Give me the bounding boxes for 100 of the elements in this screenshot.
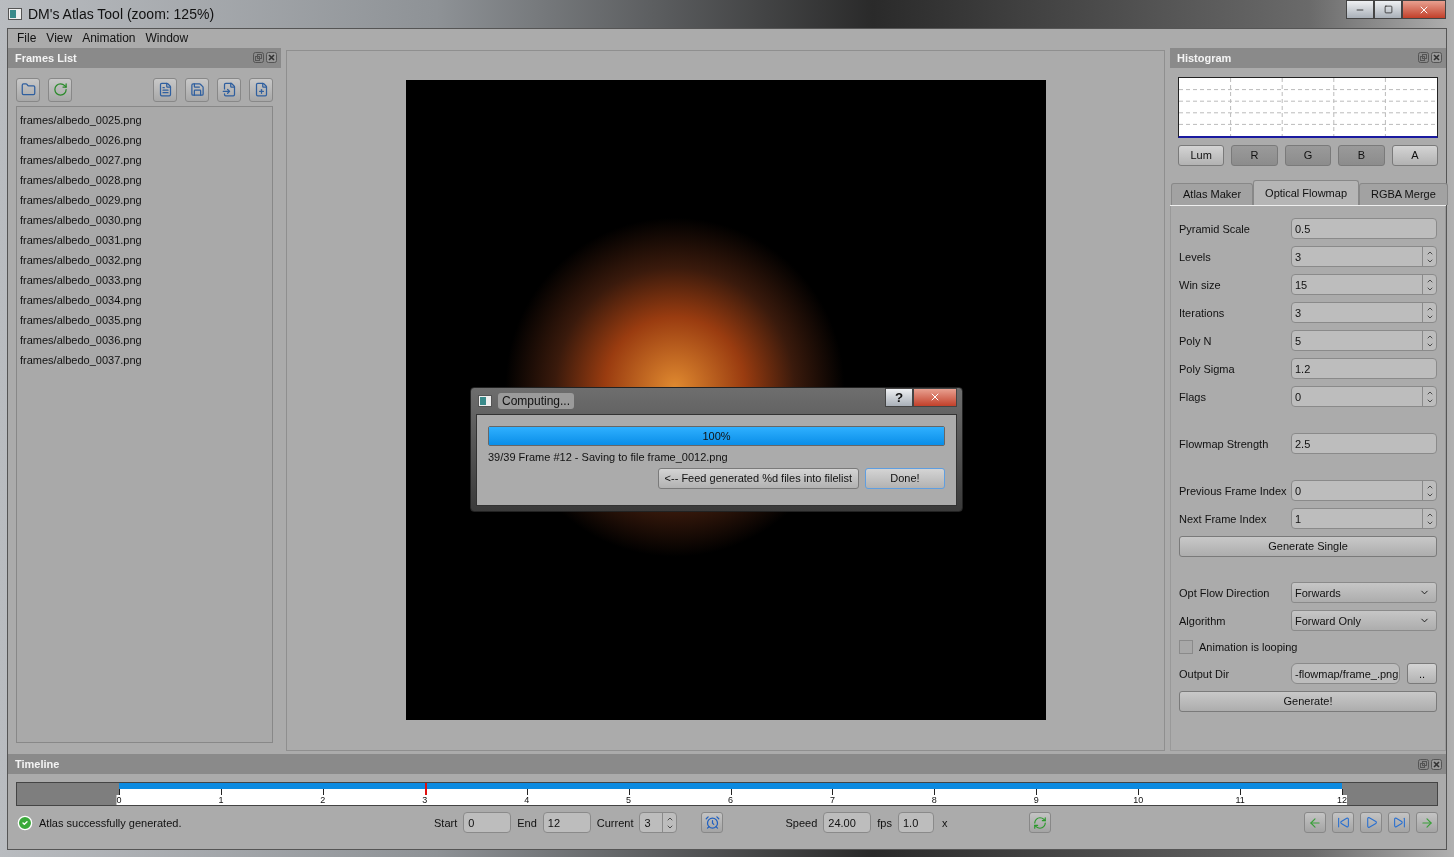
browse-button[interactable]: .. xyxy=(1407,663,1437,685)
close-icon[interactable] xyxy=(266,52,277,64)
spin-box[interactable]: 3 xyxy=(639,812,678,834)
field-label: Flags xyxy=(1179,390,1207,403)
spin-box[interactable]: 1 xyxy=(1291,508,1437,530)
menu-item[interactable]: Window xyxy=(140,31,194,46)
toolbar-button[interactable] xyxy=(16,77,40,102)
frame-path-item[interactable]: frames/albedo_0029.png xyxy=(20,189,269,210)
generate-button[interactable]: Generate Single xyxy=(1179,535,1437,557)
input-field[interactable]: 24.00 xyxy=(823,812,872,834)
tick-label: 12 xyxy=(1337,795,1347,806)
field-label: Pyramid Scale xyxy=(1179,222,1251,235)
frame-path-item[interactable]: frames/albedo_0033.png xyxy=(20,269,269,290)
menu-item[interactable]: View xyxy=(41,31,78,46)
menu-item[interactable]: File xyxy=(12,31,42,46)
tab[interactable]: Atlas Maker xyxy=(1171,182,1254,205)
channel-button[interactable]: Lum xyxy=(1178,144,1225,166)
skip-back-icon xyxy=(1336,816,1350,830)
dialog-button[interactable]: Done! xyxy=(865,467,945,489)
field-label: Start xyxy=(434,816,458,829)
frame-path-item[interactable]: frames/albedo_0035.png xyxy=(20,309,269,330)
channel-button[interactable]: B xyxy=(1338,144,1385,166)
frame-path-item[interactable]: frames/albedo_0032.png xyxy=(20,249,269,270)
input-field[interactable]: 1.0 xyxy=(898,812,934,834)
save-icon xyxy=(189,82,205,98)
frame-path-item[interactable]: frames/albedo_0034.png xyxy=(20,289,269,310)
status-message: 39/39 Frame #12 - Saving to file frame_0012.png xyxy=(488,450,729,463)
frame-path-item[interactable]: frames/albedo_0025.png xyxy=(20,109,269,130)
progress-text: 100% xyxy=(701,429,732,442)
field-label: Levels xyxy=(1179,250,1212,263)
tab[interactable]: RGBA Merge xyxy=(1359,182,1448,205)
maximize-button[interactable] xyxy=(1374,0,1402,19)
tick-label: 10 xyxy=(1133,795,1144,806)
checkbox[interactable] xyxy=(1179,640,1193,655)
spin-box[interactable]: 15 xyxy=(1291,274,1437,296)
unit-label: x xyxy=(942,816,948,829)
minimize-button[interactable] xyxy=(1346,0,1374,19)
frame-path-item[interactable]: frames/albedo_0026.png xyxy=(20,129,269,150)
field-label: Current xyxy=(596,816,634,829)
generate-button[interactable]: Generate! xyxy=(1179,690,1437,712)
tick-label: 4 xyxy=(524,795,530,806)
frame-path-item[interactable]: frames/albedo_0030.png xyxy=(20,209,269,230)
folder-icon xyxy=(20,82,36,98)
toolbar-button[interactable] xyxy=(217,77,241,102)
tick-label: 9 xyxy=(1033,795,1039,806)
menu-item[interactable]: Animation xyxy=(77,31,141,46)
import-icon xyxy=(221,82,237,98)
toolbar-button[interactable] xyxy=(153,77,177,102)
play-button[interactable] xyxy=(1360,812,1382,834)
field-label: Iterations xyxy=(1179,306,1226,319)
check-icon xyxy=(17,814,33,831)
channel-button[interactable]: G xyxy=(1284,144,1332,166)
unit-label: fps xyxy=(877,816,892,829)
spin-box[interactable]: 0 xyxy=(1291,480,1437,502)
close-button[interactable] xyxy=(913,387,957,407)
tick-label: 0 xyxy=(116,795,122,806)
input-field[interactable]: 12 xyxy=(542,812,591,834)
app-icon xyxy=(8,8,22,20)
close-icon[interactable] xyxy=(1431,52,1442,64)
timer-button[interactable] xyxy=(701,812,724,834)
input-field[interactable]: 0.5 xyxy=(1291,218,1437,240)
channel-button[interactable]: A xyxy=(1391,144,1438,166)
input-field[interactable]: -flowmap/frame_.png xyxy=(1291,663,1400,685)
field-label: Poly Sigma xyxy=(1179,362,1236,375)
tick-label: 2 xyxy=(320,795,326,806)
toolbar-button[interactable] xyxy=(185,77,209,102)
tab[interactable]: Optical Flowmap xyxy=(1253,179,1359,205)
frame-path-item[interactable]: frames/albedo_0031.png xyxy=(20,229,269,250)
close-icon[interactable] xyxy=(1431,758,1442,770)
help-button[interactable]: ? xyxy=(885,387,913,407)
close-button[interactable] xyxy=(1402,0,1446,19)
dropdown[interactable]: Forward Only xyxy=(1291,610,1437,632)
toolbar-button[interactable] xyxy=(48,77,72,102)
playhead[interactable] xyxy=(424,783,427,796)
frame-path-item[interactable]: frames/albedo_0037.png xyxy=(20,349,269,370)
last-frame-button[interactable] xyxy=(1388,812,1410,834)
field-label: Next Frame Index xyxy=(1179,512,1268,525)
input-field[interactable]: 0 xyxy=(463,812,512,834)
field-label: End xyxy=(517,816,537,829)
spin-box[interactable]: 0 xyxy=(1291,386,1437,408)
alarm-clock-icon xyxy=(705,815,720,831)
first-frame-button[interactable] xyxy=(1332,812,1354,834)
dialog-button[interactable]: <-- Feed generated %d files into filelist xyxy=(657,467,859,489)
input-field[interactable]: 2.5 xyxy=(1291,433,1437,455)
channel-button[interactable]: R xyxy=(1231,144,1278,166)
window-title: DM's Atlas Tool (zoom: 125%) xyxy=(28,6,215,22)
tick-label: 1 xyxy=(218,795,224,806)
frame-path-item[interactable]: frames/albedo_0036.png xyxy=(20,329,269,350)
spin-box[interactable]: 5 xyxy=(1291,330,1437,352)
frame-path-item[interactable]: frames/albedo_0028.png xyxy=(20,169,269,190)
tick-label: 6 xyxy=(728,795,733,806)
spin-box[interactable]: 3 xyxy=(1291,302,1437,324)
frame-path-item[interactable]: frames/albedo_0027.png xyxy=(20,149,269,170)
spin-box[interactable]: 3 xyxy=(1291,246,1437,268)
dropdown[interactable]: Forwards xyxy=(1291,582,1437,604)
input-field[interactable]: 1.2 xyxy=(1291,358,1437,380)
field-label: Opt Flow Direction xyxy=(1179,586,1271,599)
toolbar-button[interactable] xyxy=(249,77,273,102)
tick-label: 5 xyxy=(626,795,632,806)
field-label: Win size xyxy=(1179,278,1222,291)
